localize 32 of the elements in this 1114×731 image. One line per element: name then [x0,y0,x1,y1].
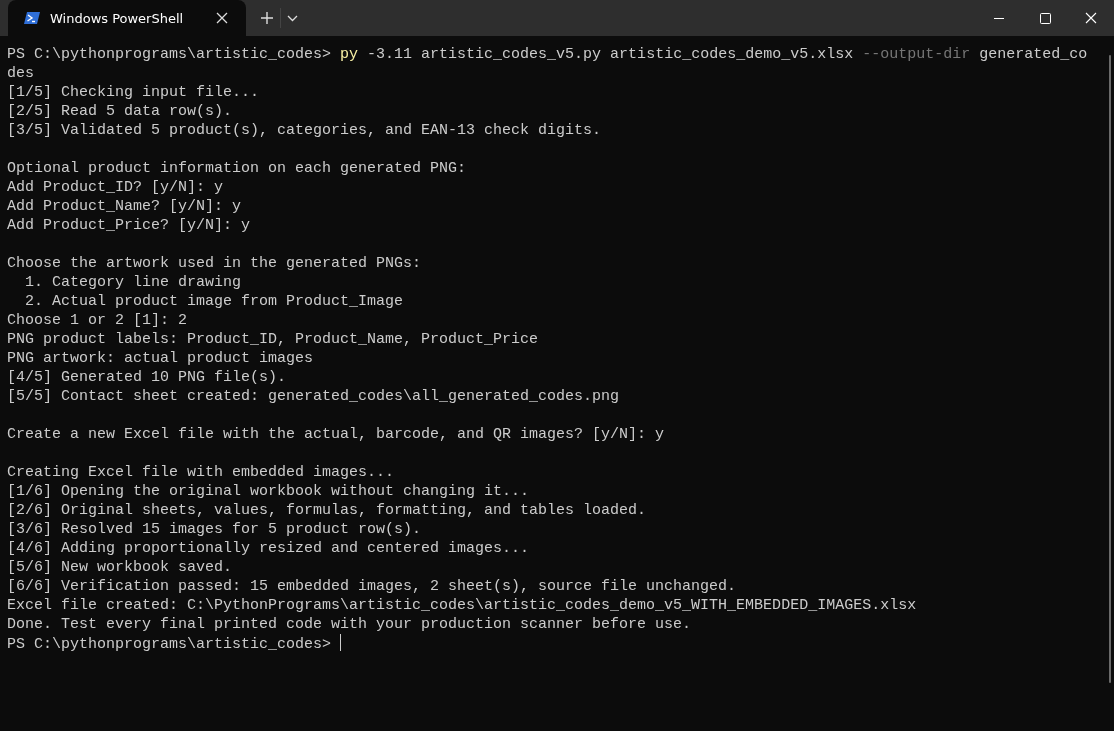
terminal-line: Choose the artwork used in the generated PNGs: [7,254,423,273]
terminal-line: [6/6] Verification passed: 15 embedded images, 2 sheet(s), source file unchanged. [7,577,738,596]
terminal-line: Done. Test every final printed code with your production scanner before use. [7,615,693,634]
terminal-line: 1. Category line drawing [24,273,243,292]
terminal-line: 2. Actual product image from Product_Image [24,292,405,311]
terminal-line: Add Product_ID? [y/N]: y [7,178,225,197]
terminal-line: Excel file created: C:\PythonPrograms\artistic_codes\artistic_codes_demo_v5_WITH_EMBEDDED_IMAGES.xlsx [7,596,918,615]
terminal-line: [2/6] Original sheets, values, formulas, formatting, and tables loaded. [7,501,648,520]
powershell-icon [24,11,40,25]
terminal-line: Add Product_Name? [y/N]: y [7,197,243,216]
terminal-line: Creating Excel file with embedded images... [7,463,396,482]
text-cursor [340,634,342,651]
terminal-line: PS C:\pythonprograms\artistic_codes> py -3.11 artistic_codes_v5.py artistic_codes_demo_v5.xlsx --output-dir generated_co [7,45,1089,64]
terminal-line: [2/5] Read 5 data row(s). [7,102,234,121]
terminal-line: Choose 1 or 2 [1]: 2 [7,311,189,330]
terminal-line: Create a new Excel file with the actual, barcode, and QR images? [y/N]: y [7,425,666,444]
terminal-line: [1/6] Opening the original workbook without changing it... [7,482,531,501]
terminal-line: Add Product_Price? [y/N]: y [7,216,252,235]
terminal-line: [5/5] Contact sheet created: generated_codes\all_generated_codes.png [7,387,621,406]
terminal-line: [3/6] Resolved 15 images for 5 product row(s). [7,520,423,539]
terminal-tab[interactable]: Windows PowerShell [8,0,246,36]
terminal-line: [4/5] Generated 10 PNG file(s). [7,368,288,387]
terminal-line: [4/6] Adding proportionally resized and centered images... [7,539,531,558]
terminal-line: [3/5] Validated 5 product(s), categories, and EAN-13 check digits. [7,121,603,140]
terminal-line: des [7,64,35,83]
terminal-line: PNG product labels: Product_ID, Product_Name, Product_Price [7,330,540,349]
terminal-line: Optional product information on each generated PNG: [7,159,468,178]
scrollbar-thumb[interactable] [1109,55,1111,683]
terminal-line: PNG artwork: actual product images [7,349,315,368]
terminal-line: [1/5] Checking input file... [7,83,261,102]
terminal-line: [5/6] New workbook saved. [7,558,234,577]
terminal-line: PS C:\pythonprograms\artistic_codes> [7,636,333,653]
